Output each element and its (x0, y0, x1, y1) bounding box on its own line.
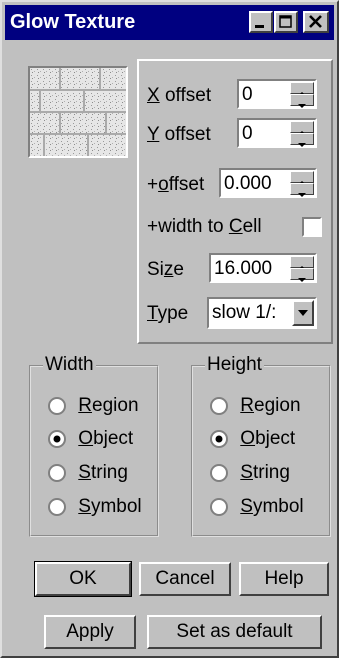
width-option-symbol[interactable]: Symbol (47, 496, 142, 518)
height-option-label: String (240, 462, 290, 483)
arrow-down-icon (298, 104, 306, 108)
height-option-region[interactable]: Region (209, 395, 301, 417)
arrow-down-icon (298, 193, 306, 197)
size-down-arrow[interactable] (290, 268, 314, 282)
width-option-label: String (78, 462, 128, 483)
height-group: Height Region Object String Symbol (191, 354, 331, 537)
radio-unselected-icon[interactable] (209, 396, 229, 416)
height-option-label: Region (240, 395, 301, 416)
width-option-string[interactable]: String (47, 462, 128, 484)
width-option-region[interactable]: Region (47, 395, 139, 417)
plus-offset-label: +offset (147, 174, 205, 195)
set-as-default-button[interactable]: Set as default (147, 615, 322, 649)
height-option-label: Symbol (240, 496, 304, 517)
size-up-arrow[interactable] (290, 256, 314, 270)
x-offset-label: X offset (147, 85, 212, 106)
minimize-icon (255, 25, 264, 28)
size-spinner[interactable] (290, 256, 314, 282)
type-label: Type (147, 303, 189, 324)
type-value: slow 1/: (212, 302, 277, 323)
minimize-button[interactable] (249, 11, 273, 33)
type-dropdown-button[interactable] (292, 300, 314, 326)
y-offset-spinner[interactable] (290, 121, 314, 147)
arrow-down-icon (298, 143, 306, 147)
settings-panel: X offset 0 Y offset 0 +offset 0.000 +wid… (137, 59, 333, 344)
width-option-label: Object (78, 428, 134, 449)
y-offset-label: Y offset (147, 124, 211, 145)
width-option-label: Symbol (78, 496, 142, 517)
x-offset-up-arrow[interactable] (290, 82, 314, 96)
x-offset-value: 0 (242, 84, 253, 105)
help-button[interactable]: Help (239, 562, 329, 596)
brick-texture-image (30, 68, 126, 156)
x-offset-spinner[interactable] (290, 82, 314, 108)
width-group-legend: Width (43, 354, 96, 376)
width-option-object[interactable]: Object (47, 428, 133, 450)
close-icon (309, 15, 322, 28)
cancel-button[interactable]: Cancel (139, 562, 231, 596)
radio-selected-icon[interactable] (209, 429, 229, 449)
arrow-down-icon (298, 278, 306, 282)
plus-offset-value: 0.000 (224, 173, 272, 194)
radio-unselected-icon[interactable] (47, 497, 67, 517)
width-group: Width Region Object String Symbol (29, 354, 159, 537)
radio-unselected-icon[interactable] (209, 463, 229, 483)
chevron-down-icon (298, 310, 308, 316)
height-option-label: Object (240, 428, 296, 449)
ok-button[interactable]: OK (34, 561, 132, 597)
glow-texture-window: Glow Texture X offset 0 Y offset 0 +offs… (0, 0, 339, 658)
y-offset-field[interactable]: 0 (237, 118, 317, 148)
plus-offset-down-arrow[interactable] (290, 183, 314, 197)
close-button[interactable] (303, 11, 329, 33)
y-offset-up-arrow[interactable] (290, 121, 314, 135)
window-title: Glow Texture (10, 11, 136, 33)
y-offset-down-arrow[interactable] (290, 133, 314, 147)
radio-selected-icon[interactable] (47, 429, 67, 449)
width-to-cell-checkbox[interactable] (302, 217, 322, 237)
size-label: Size (147, 259, 184, 280)
title-bar[interactable]: Glow Texture (5, 5, 334, 40)
x-offset-down-arrow[interactable] (290, 94, 314, 108)
radio-unselected-icon[interactable] (209, 497, 229, 517)
width-to-cell-label: +width to Cell (147, 216, 262, 237)
height-group-legend: Height (205, 354, 264, 376)
size-value: 16.000 (214, 258, 273, 279)
maximize-icon (279, 15, 292, 28)
type-dropdown[interactable]: slow 1/: (207, 297, 317, 329)
height-option-symbol[interactable]: Symbol (209, 496, 304, 518)
width-option-label: Region (78, 395, 139, 416)
plus-offset-spinner[interactable] (290, 171, 314, 197)
height-option-string[interactable]: String (209, 462, 290, 484)
size-field[interactable]: 16.000 (209, 253, 317, 283)
x-offset-field[interactable]: 0 (237, 79, 317, 109)
texture-preview (28, 66, 128, 158)
height-option-object[interactable]: Object (209, 428, 295, 450)
maximize-button[interactable] (274, 11, 298, 33)
radio-unselected-icon[interactable] (47, 463, 67, 483)
plus-offset-field[interactable]: 0.000 (219, 168, 317, 198)
plus-offset-up-arrow[interactable] (290, 171, 314, 185)
y-offset-value: 0 (242, 123, 253, 144)
radio-unselected-icon[interactable] (47, 396, 67, 416)
apply-button[interactable]: Apply (44, 615, 136, 649)
